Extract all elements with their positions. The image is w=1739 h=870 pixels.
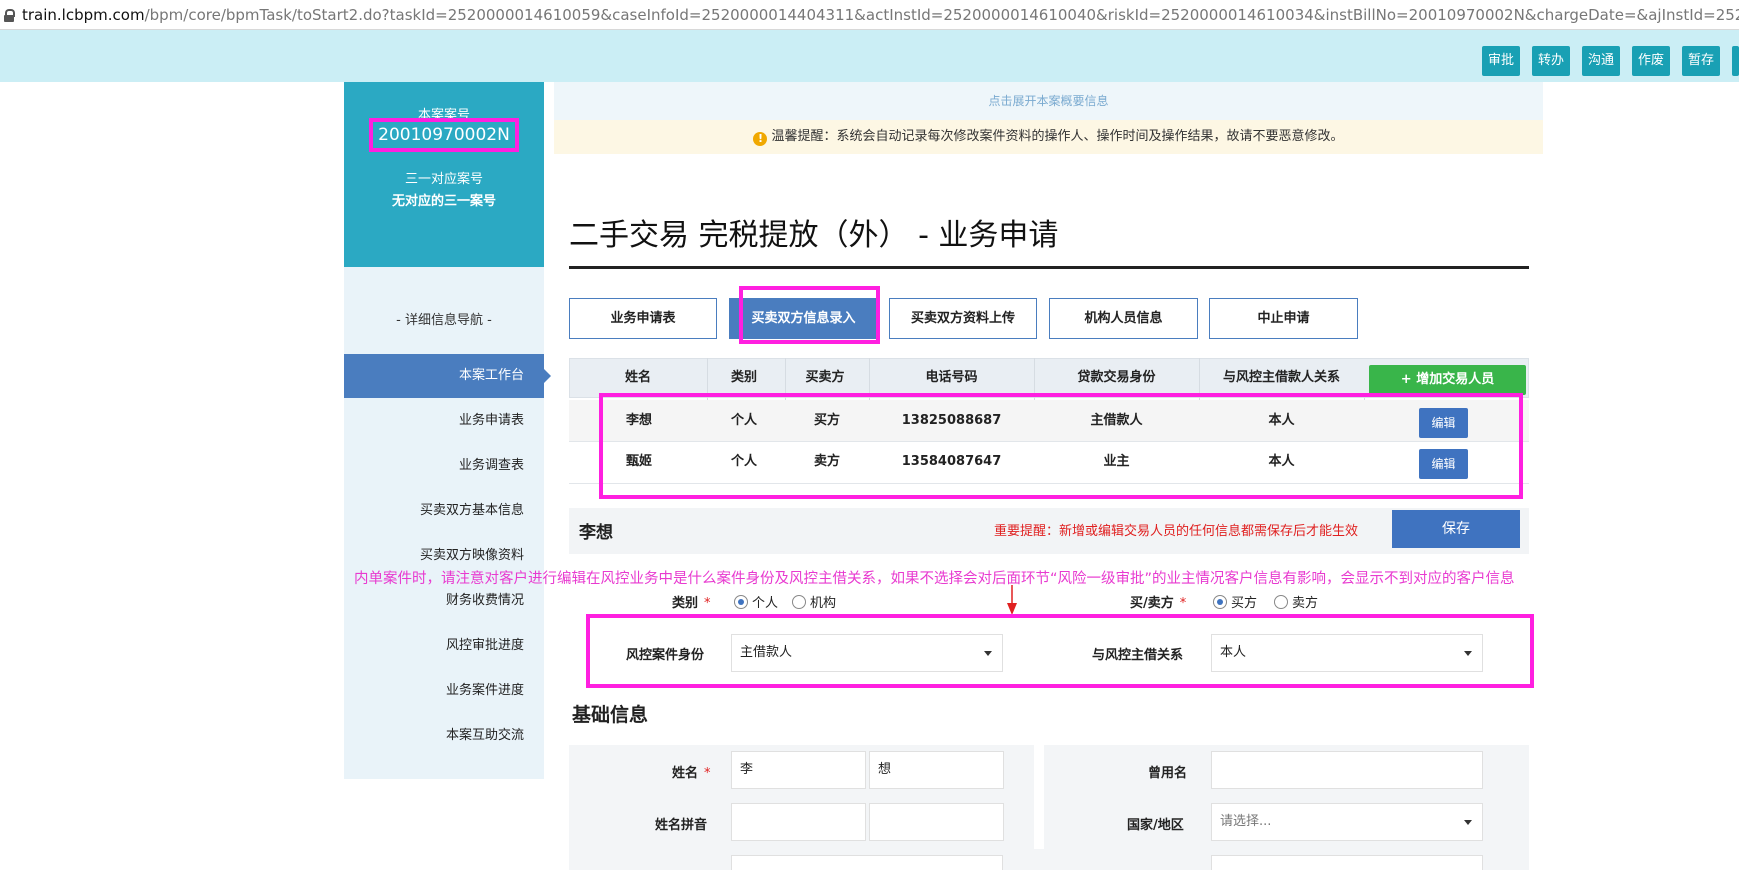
notice-bar: ! 温馨提醒：系统会自动记录每次修改案件资料的操作人、操作时间及操作结果，故请不要… (554, 120, 1543, 154)
radio-label: 个人 (752, 596, 779, 611)
side-label: 买/卖方 * (1130, 592, 1186, 611)
pinyin-surname-input[interactable] (731, 803, 866, 841)
case-info-panel: 本案案号 20010970002N 三一对应案号 无对应的三一案号 (344, 82, 544, 267)
sidebar-item-risk-progress[interactable]: 风控审批进度 (344, 624, 544, 668)
radio-checked-icon (1213, 595, 1227, 609)
caret-down-icon (984, 651, 992, 656)
col-side: 买卖方 (805, 370, 845, 385)
required-mark: * (704, 596, 711, 611)
alias-input[interactable] (1211, 751, 1483, 789)
sidebar-item-exchange[interactable]: 本案互助交流 (344, 714, 544, 758)
communicate-button[interactable]: 沟通 (1582, 46, 1620, 76)
caret-down-icon (1464, 820, 1472, 825)
radio-buyer[interactable]: 买方 (1213, 592, 1257, 611)
risk-role-select[interactable]: 主借款人 (731, 634, 1003, 672)
type-label: 类别 * (672, 592, 711, 611)
person-name: 李想 (579, 523, 613, 543)
warning-icon: ! (753, 132, 768, 146)
country-label: 国家/地区 (1127, 818, 1184, 833)
radio-checked-icon (734, 595, 748, 609)
sidebar-item-workbench[interactable]: 本案工作台 (344, 354, 551, 398)
alias-label: 曾用名 (1148, 766, 1188, 781)
tab-staff-info[interactable]: 机构人员信息 (1049, 298, 1198, 339)
risk-rel-value: 本人 (1220, 645, 1247, 660)
next-input[interactable] (1211, 855, 1483, 870)
annotation-text: 内单案件时，请注意对客户进行编辑在风控业务中是什么案件身份及风控主借关系，如果不… (354, 571, 1515, 587)
url-path: /bpm/core/bpmTask/toStart2.do?taskId=252… (144, 6, 1739, 24)
risk-rel-select[interactable]: 本人 (1211, 634, 1483, 672)
radio-seller[interactable]: 卖方 (1274, 592, 1318, 611)
col-loan-role: 贷款交易身份 (1077, 370, 1156, 385)
tab-application-form[interactable]: 业务申请表 (569, 298, 717, 339)
column-gap (1034, 745, 1044, 797)
radio-unchecked-icon (1274, 595, 1288, 609)
side-label-text: 买/卖方 (1130, 596, 1174, 611)
add-party-button[interactable]: + 增加交易人员 (1369, 365, 1526, 395)
url-host: train.lcbpm.com (22, 6, 145, 24)
col-name: 姓名 (624, 370, 651, 385)
radio-label: 卖方 (1292, 596, 1319, 611)
more-button[interactable] (1732, 46, 1739, 76)
void-button[interactable]: 作废 (1632, 46, 1670, 76)
tab-terminate[interactable]: 中止申请 (1209, 298, 1358, 339)
sanyi-label: 三一对应案号 (404, 172, 483, 187)
approve-button[interactable]: 审批 (1482, 46, 1520, 76)
type-label-text: 类别 (672, 596, 699, 611)
risk-role-label: 风控案件身份 (626, 648, 705, 663)
tab-highlight (739, 286, 880, 344)
name-label: 姓名 * (672, 762, 711, 781)
required-mark: * (1179, 596, 1187, 611)
required-mark: * (704, 766, 711, 781)
save-reminder: 重要提醒：新增或编辑交易人员的任何信息都需保存后才能生效 (994, 524, 1359, 539)
save-draft-button[interactable]: 暂存 (1682, 46, 1720, 76)
expand-summary-link[interactable]: 点击展开本案概要信息 (554, 82, 1543, 120)
sidebar-item-case-progress[interactable]: 业务案件进度 (344, 669, 544, 713)
save-button[interactable]: 保存 (1392, 510, 1520, 548)
country-placeholder: 请选择... (1220, 814, 1272, 829)
radio-unchecked-icon (792, 595, 806, 609)
country-select[interactable]: 请选择... (1211, 803, 1483, 841)
risk-rel-label: 与风控主借关系 (1092, 648, 1184, 663)
caret-down-icon (1464, 651, 1472, 656)
radio-label: 买方 (1231, 596, 1258, 611)
table-highlight (599, 393, 1523, 499)
col-type: 类别 (730, 370, 757, 385)
annotation-arrow-icon (1007, 585, 1017, 615)
address-bar[interactable]: train.lcbpm.com/bpm/core/bpmTask/toStart… (0, 0, 1739, 30)
title-divider (569, 266, 1529, 269)
sidebar-nav: - 详细信息导航 - 本案工作台 业务申请表 业务调查表 买卖双方基本信息 买卖… (344, 267, 551, 779)
col-phone: 电话号码 (925, 370, 978, 385)
next-input[interactable] (731, 855, 1003, 870)
risk-role-value: 主借款人 (740, 645, 793, 660)
section-title: 基础信息 (572, 704, 649, 726)
given-name-input[interactable]: 想 (869, 751, 1004, 789)
tab-party-upload[interactable]: 买卖双方资料上传 (889, 298, 1037, 339)
lock-icon (4, 9, 15, 22)
col-relation: 与风控主借款人关系 (1222, 370, 1340, 385)
sidebar-item-party-info[interactable]: 买卖双方基本信息 (344, 489, 544, 533)
sidebar-item-application[interactable]: 业务申请表 (344, 399, 544, 443)
top-toolbar (0, 30, 1739, 82)
transfer-button[interactable]: 转办 (1532, 46, 1570, 76)
page-title: 二手交易 完税提放（外） - 业务申请 (569, 218, 1059, 253)
radio-label: 机构 (810, 596, 837, 611)
nav-title: - 详细信息导航 - (396, 313, 492, 328)
sidebar-item-survey[interactable]: 业务调查表 (344, 444, 544, 488)
pinyin-given-input[interactable] (869, 803, 1004, 841)
radio-organization[interactable]: 机构 (792, 592, 836, 611)
radio-individual[interactable]: 个人 (734, 592, 778, 611)
column-gap (1034, 797, 1044, 849)
notice-text: 温馨提醒：系统会自动记录每次修改案件资料的操作人、操作时间及操作结果，故请不要恶… (771, 129, 1344, 144)
surname-input[interactable]: 李 (731, 751, 866, 789)
sanyi-value: 无对应的三一案号 (391, 194, 496, 209)
pinyin-label: 姓名拼音 (655, 818, 708, 833)
case-no: 20010970002N (369, 118, 519, 152)
name-label-text: 姓名 (672, 766, 699, 781)
